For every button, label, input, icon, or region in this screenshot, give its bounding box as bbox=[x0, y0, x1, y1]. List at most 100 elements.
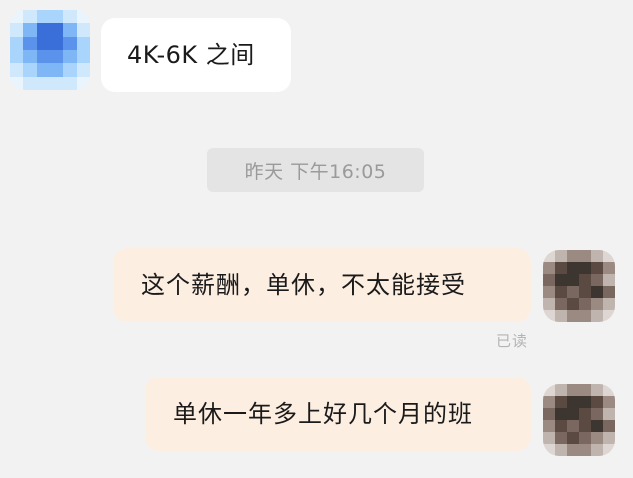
avatar-pixel bbox=[567, 274, 579, 286]
avatar-pixel bbox=[10, 63, 24, 77]
avatar-pixel bbox=[555, 444, 567, 456]
avatar-pixel bbox=[23, 36, 37, 50]
avatar-pixel bbox=[579, 432, 591, 444]
avatar-pixel bbox=[603, 408, 615, 420]
avatar-pixel bbox=[603, 396, 615, 408]
avatar-pixel bbox=[579, 396, 591, 408]
avatar-pixel bbox=[603, 298, 615, 310]
avatar-pixel bbox=[555, 262, 567, 274]
avatar-pixel bbox=[49, 63, 64, 77]
avatar-pixel bbox=[543, 262, 555, 274]
avatar-pixel bbox=[76, 49, 90, 64]
avatar-pixel bbox=[579, 420, 591, 432]
avatar-pixel bbox=[49, 49, 64, 64]
avatar-pixel bbox=[63, 10, 77, 24]
avatar-pixel bbox=[76, 10, 90, 24]
avatar-pixel bbox=[10, 49, 24, 64]
avatar-pixel bbox=[36, 36, 50, 50]
avatar-pixel bbox=[543, 420, 555, 432]
avatar-pixel bbox=[567, 310, 579, 322]
message-text: 单休一年多上好几个月的班 bbox=[173, 400, 473, 428]
self-avatar[interactable] bbox=[543, 250, 615, 322]
avatar-pixel bbox=[579, 274, 591, 286]
avatar-pixel bbox=[36, 10, 50, 24]
avatar-pixel bbox=[23, 49, 37, 64]
avatar-pixel bbox=[567, 432, 579, 444]
avatar-pixel bbox=[591, 396, 603, 408]
avatar-pixel bbox=[36, 76, 50, 90]
avatar-pixel bbox=[23, 63, 37, 77]
message-text: 4K-6K 之间 bbox=[127, 41, 255, 69]
avatar-pixel bbox=[579, 310, 591, 322]
avatar-pixel bbox=[555, 408, 567, 420]
avatar-pixel bbox=[567, 298, 579, 310]
avatar-pixel bbox=[10, 23, 24, 37]
avatar-pixel bbox=[543, 396, 555, 408]
avatar-pixel bbox=[591, 310, 603, 322]
avatar-pixel bbox=[591, 444, 603, 456]
avatar-pixel bbox=[579, 286, 591, 298]
avatar-pixel bbox=[543, 384, 555, 396]
avatar-pixel bbox=[591, 298, 603, 310]
timestamp-chip: 昨天 下午16:05 bbox=[207, 148, 424, 192]
avatar-pixel bbox=[555, 420, 567, 432]
avatar-pixel bbox=[567, 396, 579, 408]
self-avatar[interactable] bbox=[543, 384, 615, 456]
avatar-pixel bbox=[603, 432, 615, 444]
avatar-pixel bbox=[23, 10, 37, 24]
avatar-pixel bbox=[23, 76, 37, 90]
avatar-pixel bbox=[603, 262, 615, 274]
avatar-pixel bbox=[555, 310, 567, 322]
avatar-pixel bbox=[23, 23, 37, 37]
avatar-pixel bbox=[591, 250, 603, 262]
avatar-pixel bbox=[567, 444, 579, 456]
avatar-pixel bbox=[579, 444, 591, 456]
avatar-pixel bbox=[591, 420, 603, 432]
contact-avatar[interactable] bbox=[10, 10, 90, 90]
avatar-pixel bbox=[567, 262, 579, 274]
avatar-pixel bbox=[591, 384, 603, 396]
read-status-label: 已读 bbox=[496, 332, 529, 350]
avatar-pixel bbox=[603, 384, 615, 396]
avatar-pixel bbox=[555, 274, 567, 286]
avatar-pixel bbox=[49, 76, 64, 90]
timestamp-text: 昨天 下午16:05 bbox=[244, 160, 387, 183]
avatar-pixel bbox=[579, 408, 591, 420]
avatar-pixel bbox=[10, 36, 24, 50]
message-bubble-incoming[interactable]: 4K-6K 之间 bbox=[101, 18, 291, 92]
avatar-pixel bbox=[603, 250, 615, 262]
message-bubble-outgoing[interactable]: 这个薪酬，单休，不太能接受 bbox=[113, 248, 531, 322]
avatar-pixel bbox=[579, 384, 591, 396]
avatar-pixel bbox=[591, 286, 603, 298]
message-bubble-outgoing[interactable]: 单休一年多上好几个月的班 bbox=[145, 377, 531, 451]
avatar-pixel bbox=[63, 49, 77, 64]
avatar-pixel bbox=[555, 250, 567, 262]
avatar-pixel bbox=[567, 250, 579, 262]
avatar-pixel bbox=[555, 396, 567, 408]
avatar-pixel bbox=[591, 432, 603, 444]
avatar-pixel bbox=[63, 36, 77, 50]
avatar-pixel bbox=[10, 76, 24, 90]
avatar-pixel bbox=[591, 274, 603, 286]
avatar-pixel bbox=[543, 250, 555, 262]
avatar-pixel bbox=[603, 420, 615, 432]
avatar-pixel bbox=[36, 23, 50, 37]
avatar-pixel bbox=[36, 49, 50, 64]
avatar-pixel bbox=[579, 250, 591, 262]
avatar-pixel bbox=[49, 36, 64, 50]
avatar-pixel bbox=[555, 286, 567, 298]
avatar-pixel bbox=[36, 63, 50, 77]
avatar-pixel bbox=[543, 286, 555, 298]
avatar-pixel bbox=[76, 76, 90, 90]
avatar-pixel bbox=[603, 444, 615, 456]
avatar-pixel bbox=[543, 310, 555, 322]
avatar-pixel bbox=[543, 432, 555, 444]
avatar-pixel bbox=[76, 63, 90, 77]
avatar-pixel bbox=[63, 63, 77, 77]
avatar-pixel bbox=[603, 310, 615, 322]
avatar-pixel bbox=[555, 432, 567, 444]
avatar-pixel bbox=[579, 298, 591, 310]
avatar-pixel bbox=[555, 298, 567, 310]
avatar-pixel bbox=[603, 286, 615, 298]
avatar-pixel bbox=[63, 23, 77, 37]
